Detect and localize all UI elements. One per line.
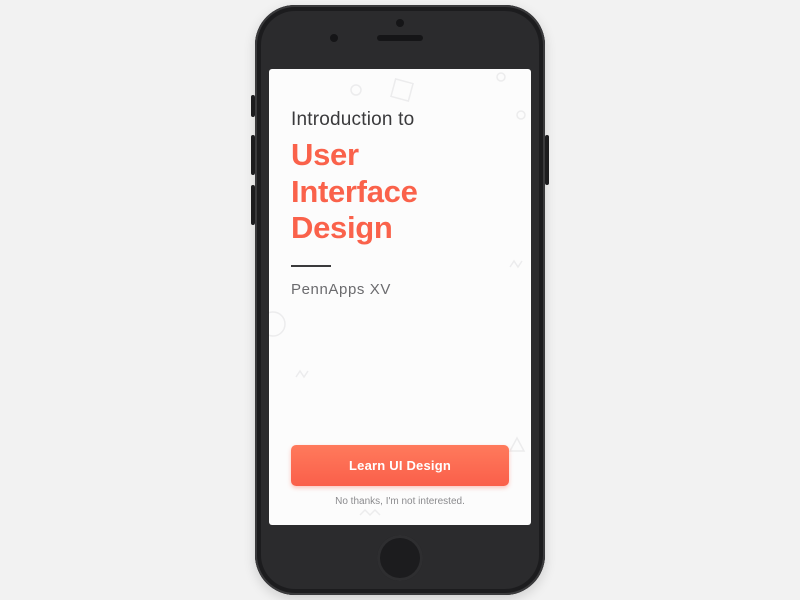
mute-switch [251, 95, 255, 117]
volume-down-button [251, 185, 255, 225]
app-screen: Introduction to User Interface Design Pe… [269, 69, 531, 525]
circle-shape-icon [515, 109, 527, 121]
action-area: Learn UI Design No thanks, I'm not inter… [291, 445, 509, 507]
power-button [545, 135, 549, 185]
triangle-shape-icon [507, 435, 527, 455]
zigzag-shape-icon [509, 259, 525, 269]
proximity-sensor [396, 19, 404, 27]
learn-cta-button[interactable]: Learn UI Design [291, 445, 509, 486]
dismiss-link[interactable]: No thanks, I'm not interested. [291, 496, 509, 507]
front-camera [330, 34, 338, 42]
headline-line-2: Interface [291, 174, 509, 211]
square-shape-icon [389, 77, 415, 103]
headline: User Interface Design [291, 137, 509, 247]
phone-frame: Introduction to User Interface Design Pe… [255, 5, 545, 595]
hero-content: Introduction to User Interface Design Pe… [291, 109, 509, 445]
volume-up-button [251, 135, 255, 175]
divider-line [291, 265, 331, 267]
headline-line-1: User [291, 137, 509, 174]
home-button[interactable] [377, 535, 423, 581]
subtitle: PennApps XV [291, 281, 509, 298]
intro-line: Introduction to [291, 109, 509, 131]
zigzag-shape-icon [359, 509, 385, 517]
circle-shape-icon [269, 309, 293, 339]
circle-shape-icon [349, 83, 363, 97]
earpiece-speaker [377, 35, 423, 41]
circle-shape-icon [495, 71, 507, 83]
headline-line-3: Design [291, 210, 509, 247]
